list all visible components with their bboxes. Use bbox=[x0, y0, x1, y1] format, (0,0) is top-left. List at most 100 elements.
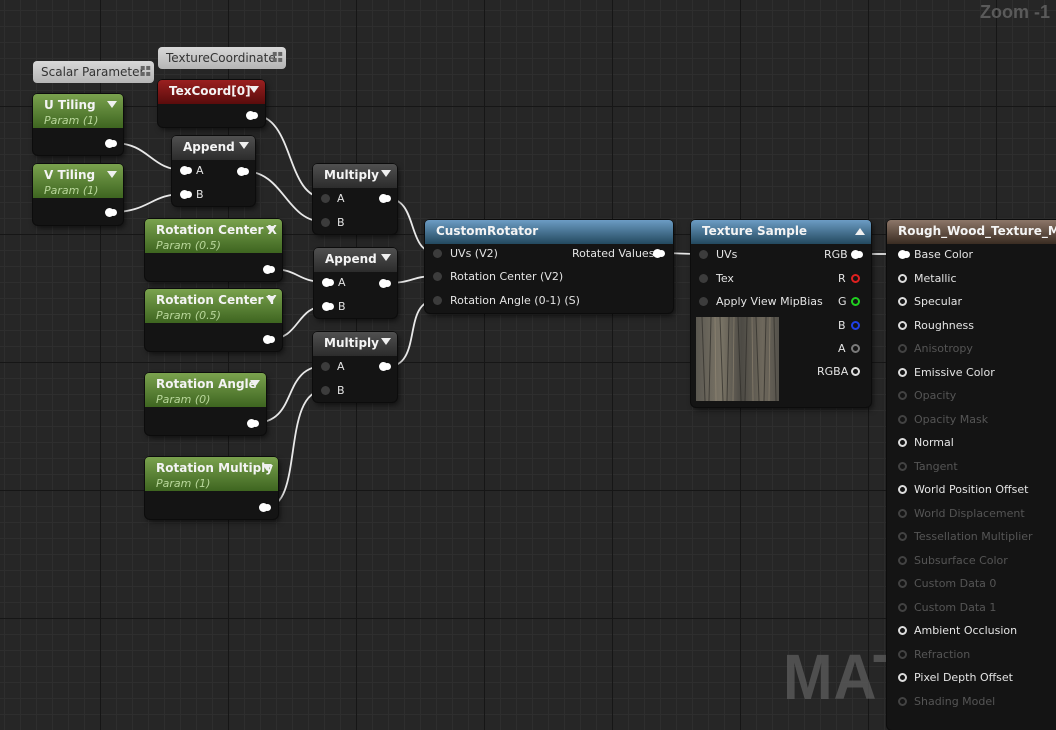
material-input-pin[interactable] bbox=[898, 626, 907, 635]
material-input-pin[interactable] bbox=[898, 673, 907, 682]
node-subtitle: Param (0.5) bbox=[156, 239, 221, 252]
node-custom-rotator[interactable]: CustomRotator UVs (V2) Rotation Center (… bbox=[425, 220, 673, 313]
node-append-2[interactable]: Append A B bbox=[314, 248, 397, 318]
output-pin-rotated-values[interactable] bbox=[653, 249, 662, 258]
resize-grip-icon[interactable]: ▪▪ ▪▪ bbox=[272, 50, 283, 64]
output-pin[interactable] bbox=[379, 362, 388, 371]
node-subtitle: Param (0) bbox=[156, 393, 211, 406]
output-label-r: R bbox=[838, 272, 846, 285]
input-pin-a[interactable] bbox=[321, 194, 330, 203]
resize-grip-icon[interactable]: ▪▪ ▪▪ bbox=[140, 64, 151, 78]
input-pin-mipbias[interactable] bbox=[699, 297, 708, 306]
material-input-pin[interactable] bbox=[898, 485, 907, 494]
input-pin-b[interactable] bbox=[321, 386, 330, 395]
output-pin[interactable] bbox=[246, 111, 255, 120]
output-pin[interactable] bbox=[263, 335, 272, 344]
input-pin-b[interactable] bbox=[322, 302, 331, 311]
material-input-pin[interactable] bbox=[898, 555, 907, 565]
material-input-pin[interactable] bbox=[898, 649, 907, 659]
collapse-arrow-icon[interactable] bbox=[107, 171, 117, 178]
node-material-result[interactable]: Rough_Wood_Texture_Mat Base Color Metalli… bbox=[887, 220, 1056, 730]
input-pin-b[interactable] bbox=[180, 190, 189, 199]
material-input-pin[interactable] bbox=[898, 438, 907, 447]
output-pin-a[interactable] bbox=[851, 344, 860, 353]
material-input-pin[interactable] bbox=[898, 508, 907, 518]
collapse-arrow-icon[interactable] bbox=[249, 86, 259, 93]
material-input-pin[interactable] bbox=[898, 297, 907, 306]
output-pin-rgb[interactable] bbox=[851, 250, 860, 259]
output-pin[interactable] bbox=[379, 279, 388, 288]
output-pin[interactable] bbox=[105, 208, 114, 217]
output-pin-g[interactable] bbox=[851, 297, 860, 306]
input-pin-rotation-angle[interactable] bbox=[433, 296, 442, 305]
material-input-label: Normal bbox=[914, 436, 954, 449]
node-texcoord[interactable]: TexCoord[0] bbox=[158, 80, 265, 127]
pin-label: A bbox=[338, 276, 346, 289]
input-pin-b[interactable] bbox=[321, 218, 330, 227]
collapse-arrow-icon[interactable] bbox=[239, 142, 249, 149]
pin-label: Rotation Angle (0-1) (S) bbox=[450, 294, 580, 307]
material-input-label: Tangent bbox=[914, 459, 958, 473]
pin-label: B bbox=[337, 216, 345, 229]
node-rotation-center-y[interactable]: Rotation Center Y Param (0.5) bbox=[145, 289, 282, 351]
material-input-pin[interactable] bbox=[898, 579, 907, 588]
collapse-arrow-icon[interactable] bbox=[266, 296, 276, 303]
collapse-arrow-icon[interactable] bbox=[381, 254, 391, 261]
output-pin[interactable] bbox=[237, 167, 246, 176]
node-multiply-1[interactable]: Multiply A B bbox=[313, 164, 397, 234]
output-pin-rgba[interactable] bbox=[851, 367, 860, 376]
comment-scalar-parameter[interactable]: Scalar Parameter ▪▪ ▪▪ bbox=[33, 61, 154, 83]
input-pin-rotation-center[interactable] bbox=[433, 272, 442, 281]
collapse-arrow-icon[interactable] bbox=[855, 228, 865, 235]
material-input-pin[interactable] bbox=[898, 344, 907, 353]
collapse-arrow-icon[interactable] bbox=[266, 226, 276, 233]
input-pin-tex[interactable] bbox=[699, 274, 708, 283]
output-pin-b[interactable] bbox=[851, 321, 860, 330]
node-title: CustomRotator bbox=[436, 224, 539, 238]
output-pin[interactable] bbox=[105, 139, 114, 148]
collapse-arrow-icon[interactable] bbox=[250, 380, 260, 387]
material-input-pin[interactable] bbox=[898, 461, 907, 471]
output-label-a: A bbox=[838, 342, 846, 355]
material-input-label: Subsurface Color bbox=[914, 553, 1008, 567]
input-pin-uvs[interactable] bbox=[699, 250, 708, 259]
node-texture-sample[interactable]: Texture Sample UVs Tex Apply View MipBia… bbox=[691, 220, 871, 407]
output-pin-r[interactable] bbox=[851, 274, 860, 283]
node-title: V Tiling bbox=[44, 168, 96, 182]
material-input-pin[interactable] bbox=[898, 696, 907, 706]
collapse-arrow-icon[interactable] bbox=[262, 464, 272, 471]
collapse-arrow-icon[interactable] bbox=[107, 101, 117, 108]
output-pin[interactable] bbox=[379, 194, 388, 203]
node-append-1[interactable]: Append A B bbox=[172, 136, 255, 206]
node-multiply-2[interactable]: Multiply A B bbox=[313, 332, 397, 402]
collapse-arrow-icon[interactable] bbox=[381, 170, 391, 177]
collapse-arrow-icon[interactable] bbox=[381, 338, 391, 345]
output-pin[interactable] bbox=[259, 503, 268, 512]
input-pin-a[interactable] bbox=[322, 278, 331, 287]
output-pin[interactable] bbox=[247, 419, 256, 428]
material-input-pin[interactable] bbox=[898, 250, 907, 259]
output-label-g: G bbox=[838, 295, 847, 308]
material-input-pin[interactable] bbox=[898, 414, 907, 424]
node-u-tiling[interactable]: U Tiling Param (1) bbox=[33, 94, 123, 155]
node-v-tiling[interactable]: V Tiling Param (1) bbox=[33, 164, 123, 225]
material-input-pin[interactable] bbox=[898, 602, 907, 612]
material-input-pin[interactable] bbox=[898, 320, 907, 330]
material-input-pin[interactable] bbox=[898, 532, 907, 541]
material-input-label: Custom Data 0 bbox=[914, 577, 997, 590]
material-input-pin[interactable] bbox=[898, 391, 907, 400]
node-title: Texture Sample bbox=[702, 224, 808, 238]
comment-texture-coordinate[interactable]: TextureCoordinate ▪▪ ▪▪ bbox=[158, 47, 286, 69]
input-pin-uvs[interactable] bbox=[433, 249, 442, 258]
material-input-pin[interactable] bbox=[898, 367, 907, 377]
material-input-label: Base Color bbox=[914, 248, 974, 261]
output-pin[interactable] bbox=[263, 265, 272, 274]
node-rotation-angle[interactable]: Rotation Angle Param (0) bbox=[145, 373, 266, 435]
pin-label: Tex bbox=[716, 272, 734, 285]
material-input-pin[interactable] bbox=[898, 273, 907, 283]
node-rotation-center-x[interactable]: Rotation Center X Param (0.5) bbox=[145, 219, 282, 281]
input-pin-a[interactable] bbox=[180, 166, 189, 175]
input-pin-a[interactable] bbox=[321, 362, 330, 371]
node-rotation-multiply[interactable]: Rotation Multiply Param (1) bbox=[145, 457, 278, 519]
material-input-label: Specular bbox=[914, 295, 963, 308]
